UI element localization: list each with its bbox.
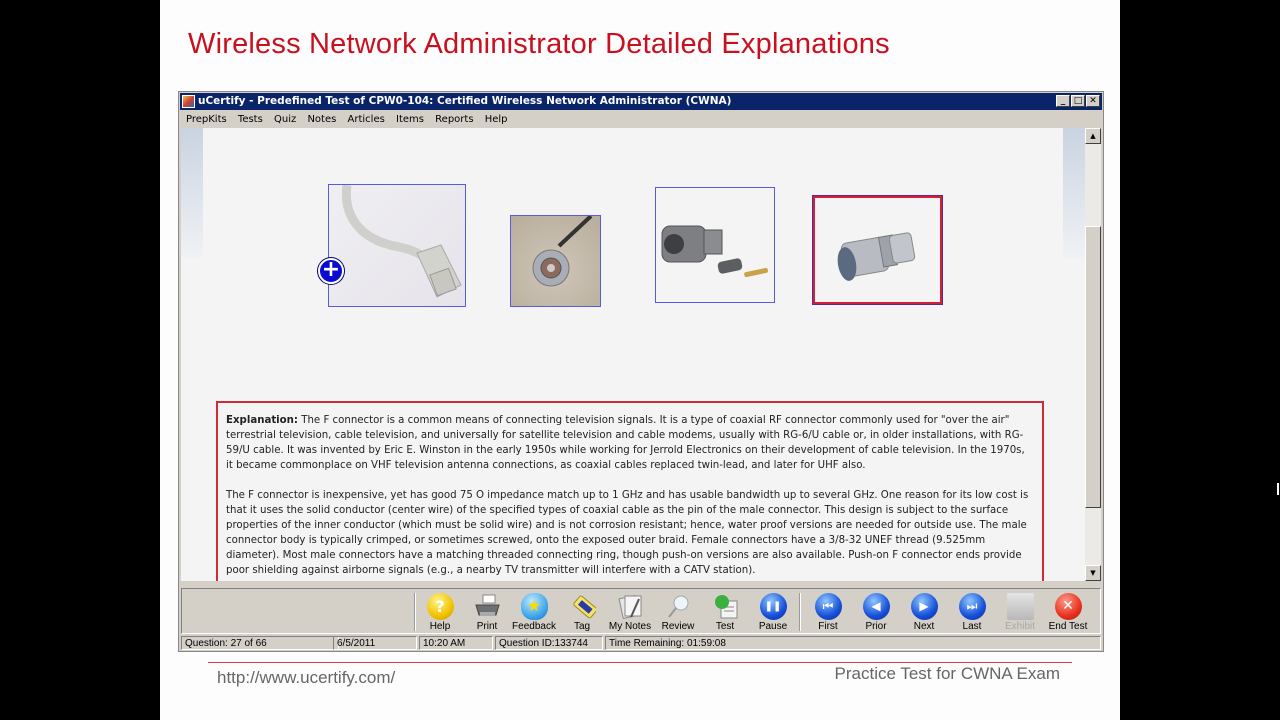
test-button[interactable]: Test	[701, 591, 749, 633]
menu-notes[interactable]: Notes	[307, 114, 336, 125]
menu-items[interactable]: Items	[396, 114, 424, 125]
window-title: uCertify - Predefined Test of CPW0-104: …	[198, 95, 732, 107]
printer-icon	[474, 593, 501, 620]
review-label: Review	[661, 621, 695, 632]
image-n-type-crimp-kit[interactable]	[655, 187, 775, 303]
footer-caption: Practice Test for CWNA Exam	[834, 664, 1060, 683]
magnifier-icon	[665, 593, 692, 620]
my-notes-button[interactable]: My Notes	[606, 591, 654, 633]
explanation-paragraph-1: Explanation: The F connector is a common…	[226, 413, 1034, 473]
zoom-plus-icon[interactable]: +	[318, 258, 344, 284]
exhibit-label: Exhibit	[1004, 621, 1035, 632]
help-button[interactable]: ? Help	[416, 591, 464, 633]
status-question: Question: 27 of 66	[181, 636, 339, 650]
first-icon: ⏮	[814, 593, 842, 620]
last-icon: ⏭	[958, 593, 986, 620]
text-cursor	[1277, 483, 1279, 495]
bottom-toolbar: ? Help Print ★ Feedback Tag My Notes Rev…	[181, 588, 1101, 634]
image-rj45-connector[interactable]	[328, 184, 466, 307]
footer-url: http://www.ucertify.com/	[217, 668, 396, 687]
next-label: Next	[913, 621, 935, 632]
f-connector-barrel-image	[837, 232, 916, 281]
maximize-button[interactable]: □	[1071, 95, 1085, 107]
my-notes-label: My Notes	[608, 621, 652, 632]
end-test-icon: ✕	[1054, 593, 1082, 620]
test-label: Test	[715, 621, 735, 632]
scroll-down-button[interactable]: ▼	[1085, 565, 1101, 581]
exhibit-button: Exhibit	[996, 591, 1044, 633]
pause-icon: ❚❚	[759, 593, 787, 620]
end-test-label: End Test	[1048, 621, 1088, 632]
status-time: 10:20 AM	[419, 636, 493, 650]
tag-icon	[569, 593, 597, 620]
explanation-paragraph-2: The F connector is inexpensive, yet has …	[226, 490, 1029, 576]
close-button[interactable]: ✕	[1086, 95, 1100, 107]
content-gradient-left	[181, 128, 203, 258]
explanation-text-1: The F connector is a common means of con…	[226, 415, 1025, 471]
menu-tests[interactable]: Tests	[238, 114, 263, 125]
content-pane: + Explanation: The F connector is a comm…	[181, 128, 1085, 581]
first-label: First	[818, 621, 838, 632]
tag-button[interactable]: Tag	[558, 591, 606, 633]
help-label: Help	[429, 621, 451, 632]
n-type-crimp-kit-image	[661, 225, 768, 278]
next-icon: ▶	[910, 593, 938, 620]
scroll-up-button[interactable]: ▲	[1085, 128, 1101, 144]
app-icon	[182, 95, 195, 108]
app-window: uCertify - Predefined Test of CPW0-104: …	[178, 91, 1104, 652]
explanation-box: Explanation: The F connector is a common…	[216, 401, 1044, 581]
prior-button[interactable]: ◀ Prior	[852, 591, 900, 633]
last-label: Last	[962, 621, 982, 632]
minimize-button[interactable]: _	[1056, 95, 1070, 107]
menu-bar: PrepKits Tests Quiz Notes Articles Items…	[180, 111, 1102, 128]
menu-articles[interactable]: Articles	[348, 114, 385, 125]
next-button[interactable]: ▶ Next	[900, 591, 948, 633]
first-button[interactable]: ⏮ First	[804, 591, 852, 633]
content-gradient-right	[1063, 128, 1085, 258]
tag-label: Tag	[573, 621, 591, 632]
status-question-id: Question ID:133744	[495, 636, 603, 650]
menu-reports[interactable]: Reports	[435, 114, 473, 125]
image-f-connector-barrel[interactable]	[812, 195, 943, 305]
vertical-scrollbar[interactable]: ▲ ▼	[1085, 128, 1101, 581]
slide-title: Wireless Network Administrator Detailed …	[188, 28, 890, 60]
scroll-thumb[interactable]	[1085, 226, 1101, 508]
exhibit-icon	[1006, 593, 1034, 620]
feedback-label: Feedback	[512, 621, 556, 632]
menu-quiz[interactable]: Quiz	[274, 114, 296, 125]
feedback-icon: ★	[520, 593, 548, 620]
status-bar: Question: 27 of 66 6/5/2011 10:20 AM Que…	[181, 636, 1101, 650]
image-n-type-connector[interactable]	[510, 215, 601, 307]
rj45-connector-image	[341, 185, 462, 298]
pause-label: Pause	[758, 621, 788, 632]
pause-button[interactable]: ❚❚ Pause	[749, 591, 797, 633]
prior-icon: ◀	[862, 593, 890, 620]
notes-icon	[617, 593, 644, 620]
status-time-remaining: Time Remaining: 01:59:08	[605, 636, 1101, 650]
print-button[interactable]: Print	[463, 591, 511, 633]
feedback-button[interactable]: ★ Feedback	[510, 591, 558, 633]
footer-divider	[208, 662, 1072, 663]
review-button[interactable]: Review	[654, 591, 702, 633]
status-date: 6/5/2011	[333, 636, 417, 650]
window-titlebar[interactable]: uCertify - Predefined Test of CPW0-104: …	[180, 93, 1102, 110]
menu-help[interactable]: Help	[485, 114, 508, 125]
prior-label: Prior	[865, 621, 887, 632]
explanation-label: Explanation:	[226, 415, 299, 426]
menu-prepkits[interactable]: PrepKits	[186, 114, 227, 125]
end-test-button[interactable]: ✕ End Test	[1044, 591, 1092, 633]
test-icon	[712, 593, 739, 620]
print-label: Print	[476, 621, 498, 632]
n-type-connector-image	[532, 216, 593, 287]
help-icon: ?	[426, 593, 454, 620]
toolbar-separator	[799, 593, 801, 631]
last-button[interactable]: ⏭ Last	[948, 591, 996, 633]
